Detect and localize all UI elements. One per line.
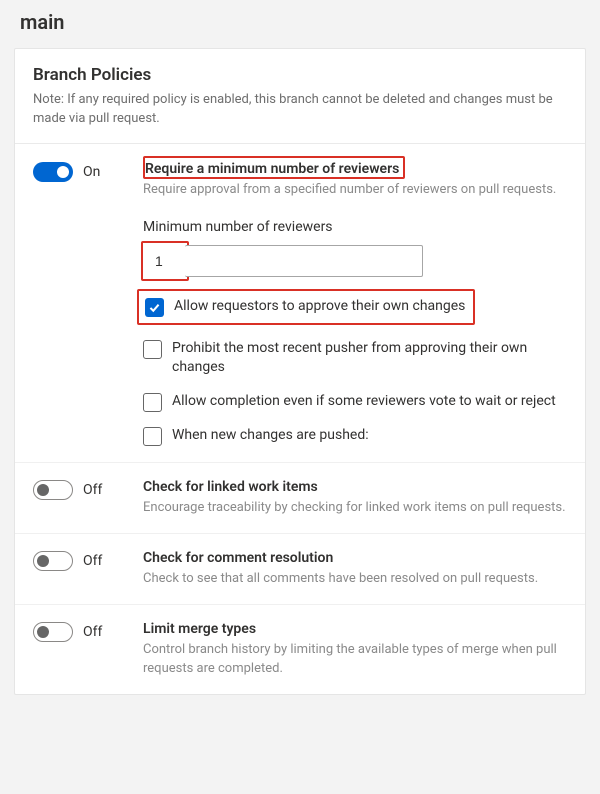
toggle-limit-merge[interactable]: [33, 622, 73, 642]
checkbox-prohibit-recent[interactable]: [143, 340, 162, 359]
policy-desc: Check to see that all comments have been…: [143, 570, 567, 588]
policy-limit-merge: Off Limit merge types Control branch his…: [15, 605, 585, 693]
toggle-state-label: Off: [83, 553, 102, 569]
policy-linked-items: Off Check for linked work items Encourag…: [15, 463, 585, 534]
min-reviewers-input-value[interactable]: [145, 245, 185, 277]
checkbox-label-new-changes: When new changes are pushed:: [172, 426, 369, 446]
min-reviewers-label: Minimum number of reviewers: [143, 219, 567, 235]
page-title: main: [14, 10, 586, 34]
toggle-linked-items[interactable]: [33, 480, 73, 500]
checkbox-new-changes[interactable]: [143, 427, 162, 446]
policy-title: Check for linked work items: [143, 479, 567, 495]
checkbox-allow-self[interactable]: [145, 298, 164, 317]
section-note: Note: If any required policy is enabled,…: [33, 91, 567, 129]
checkbox-label-allow-self: Allow requestors to approve their own ch…: [174, 297, 465, 317]
highlight-title: Require a minimum number of reviewers: [143, 156, 405, 179]
policy-title: Check for comment resolution: [143, 550, 567, 566]
toggle-state-label: On: [83, 164, 100, 180]
toggle-comment-resolution[interactable]: [33, 551, 73, 571]
checkbox-label-allow-completion: Allow completion even if some reviewers …: [172, 392, 556, 412]
policy-desc: Require approval from a specified number…: [143, 181, 567, 199]
policy-title: Limit merge types: [143, 621, 567, 637]
min-reviewers-input[interactable]: [185, 245, 423, 277]
policy-title: Require a minimum number of reviewers: [145, 161, 399, 177]
highlight-input: [141, 241, 189, 281]
policy-min-reviewers: On Require a minimum number of reviewers…: [15, 144, 585, 463]
policy-comment-resolution: Off Check for comment resolution Check t…: [15, 534, 585, 605]
branch-policies-card: Branch Policies Note: If any required po…: [14, 48, 586, 695]
checkbox-allow-completion[interactable]: [143, 393, 162, 412]
highlight-allow-self: Allow requestors to approve their own ch…: [137, 289, 475, 325]
section-title: Branch Policies: [33, 65, 567, 85]
toggle-state-label: Off: [83, 482, 102, 498]
toggle-min-reviewers[interactable]: [33, 162, 73, 182]
policy-desc: Control branch history by limiting the a…: [143, 641, 567, 677]
policy-desc: Encourage traceability by checking for l…: [143, 499, 567, 517]
checkbox-label-prohibit-recent: Prohibit the most recent pusher from app…: [172, 339, 567, 378]
toggle-state-label: Off: [83, 624, 102, 640]
check-icon: [148, 301, 161, 314]
card-header: Branch Policies Note: If any required po…: [15, 49, 585, 144]
